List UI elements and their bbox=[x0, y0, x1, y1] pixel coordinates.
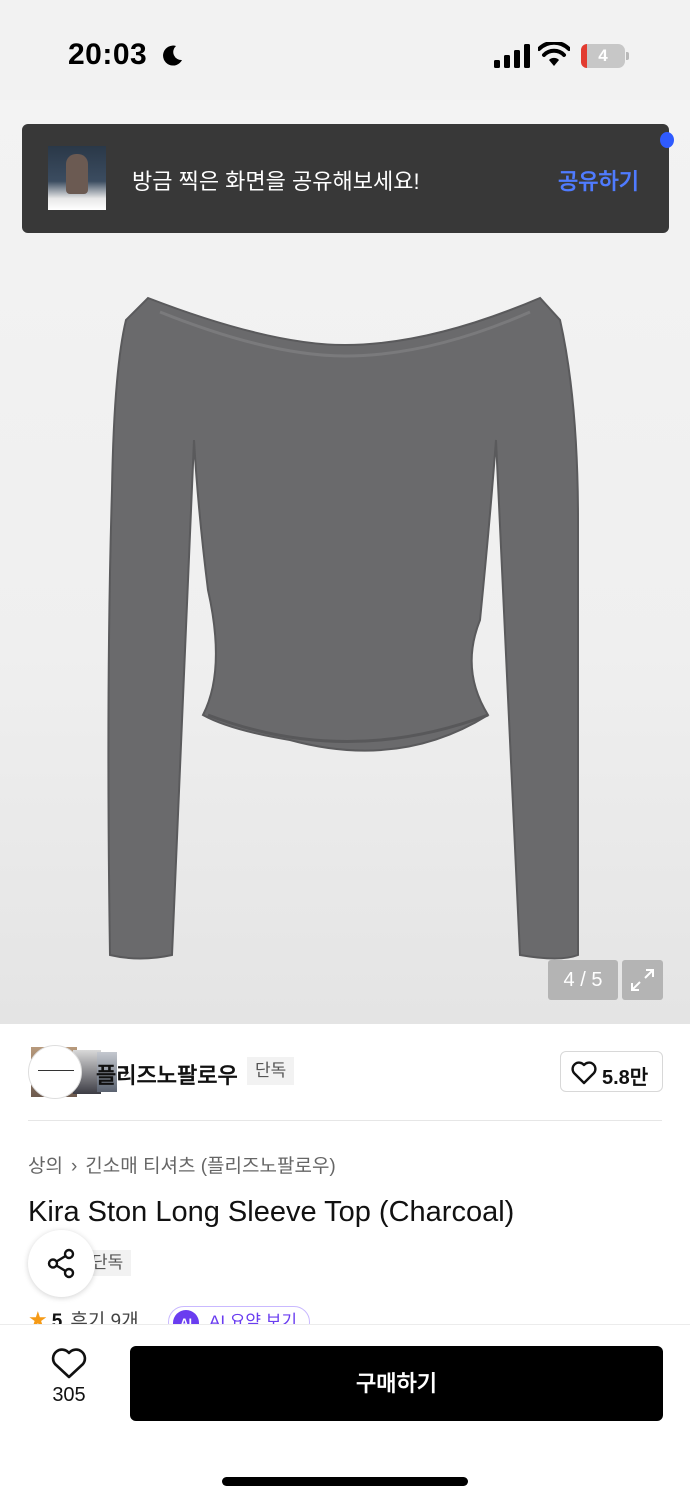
ai-icon: AI bbox=[173, 1310, 199, 1324]
buy-button[interactable]: 구매하기 bbox=[130, 1346, 663, 1421]
battery-level: 4 bbox=[598, 46, 608, 65]
battery-indicator: 4 bbox=[581, 44, 629, 68]
home-indicator bbox=[222, 1477, 468, 1486]
wishlist-button[interactable]: 305 bbox=[40, 1348, 98, 1412]
product-image-gallery[interactable]: › bbox=[0, 100, 690, 1101]
brand-logo[interactable] bbox=[28, 1045, 82, 1099]
chevron-right-icon: › bbox=[70, 1156, 78, 1177]
share-toast: 방금 찍은 화면을 공유해보세요! 공유하기 bbox=[22, 124, 669, 233]
image-counter: 4 / 5 bbox=[548, 960, 618, 1000]
share-action-button[interactable]: 공유하기 bbox=[558, 164, 639, 196]
wifi-icon bbox=[538, 42, 570, 66]
expand-button[interactable] bbox=[622, 960, 663, 1000]
breadcrumb-item[interactable]: 상의 bbox=[28, 1156, 63, 1177]
rating-row: ★ 5 후기 9개 AI AI 요약 보기 bbox=[28, 1306, 348, 1324]
cellular-signal-icon bbox=[494, 44, 530, 68]
moon-icon bbox=[163, 45, 182, 66]
toast-message: 방금 찍은 화면을 공유해보세요! bbox=[132, 169, 420, 194]
brand-like-button[interactable]: 5.8만 bbox=[560, 1051, 663, 1092]
ai-summary-label: AI 요약 보기 bbox=[209, 1312, 298, 1324]
breadcrumb-item[interactable]: 긴소매 티셔츠 (플리즈노팔로우) bbox=[85, 1156, 335, 1177]
breadcrumb: 상의 › 긴소매 티셔츠 (플리즈노팔로우) bbox=[28, 1151, 336, 1178]
brand-name[interactable]: 플리즈노팔로우 bbox=[96, 1058, 238, 1090]
review-count-link[interactable]: 후기 9개 bbox=[70, 1311, 138, 1324]
status-time: 20:03 bbox=[68, 38, 148, 71]
expand-icon bbox=[631, 969, 654, 991]
share-button[interactable] bbox=[28, 1230, 95, 1297]
rating-score: 5 bbox=[51, 1311, 63, 1324]
share-icon bbox=[47, 1248, 75, 1279]
product-image bbox=[107, 296, 579, 960]
heart-icon bbox=[571, 1061, 597, 1085]
status-bar: 20:03 4 bbox=[0, 0, 690, 100]
ai-summary-button[interactable]: AI AI 요약 보기 bbox=[168, 1306, 311, 1324]
star-icon: ★ bbox=[28, 1307, 48, 1324]
wishlist-count: 305 bbox=[52, 1384, 86, 1406]
brand-like-count: 5.8만 bbox=[602, 1067, 649, 1089]
exclusive-badge: 단독 bbox=[247, 1057, 295, 1085]
divider bbox=[28, 1120, 662, 1121]
screenshot-thumbnail bbox=[48, 146, 106, 210]
notification-dot bbox=[660, 132, 674, 148]
product-title: Kira Ston Long Sleeve Top (Charcoal) bbox=[28, 1196, 515, 1228]
heart-icon bbox=[51, 1348, 87, 1379]
